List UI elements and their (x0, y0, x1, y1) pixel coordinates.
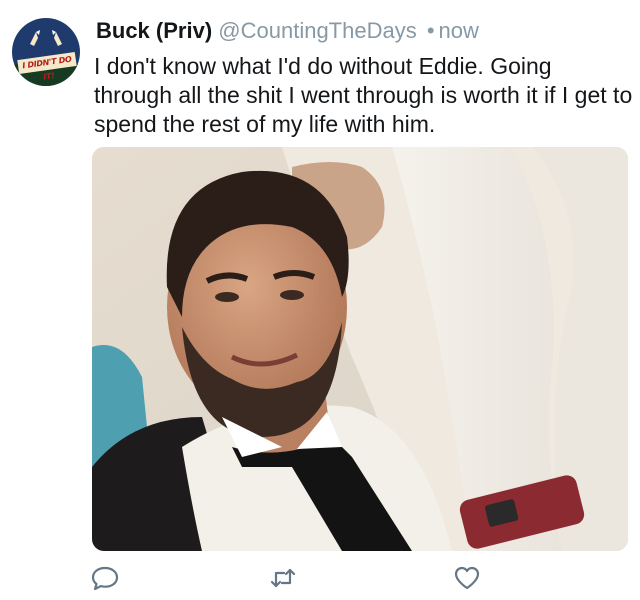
tweet-header: Buck (Priv) @CountingTheDays • now (96, 16, 479, 46)
like-button[interactable] (452, 564, 482, 592)
timestamp[interactable]: now (439, 18, 479, 43)
tweet-text: I don't know what I'd do without Eddie. … (94, 53, 633, 137)
separator-dot: • (426, 18, 435, 43)
author-name[interactable]: Buck (Priv) (96, 18, 212, 43)
heart-icon (454, 566, 480, 590)
retweet-arrows-icon (270, 568, 296, 588)
speech-bubble-icon (91, 566, 119, 591)
reply-button[interactable] (90, 564, 120, 592)
avatar-hands-icon (30, 30, 62, 46)
retweet-button[interactable] (268, 564, 298, 592)
action-bar (0, 562, 640, 594)
tweet: I DIDN'T DO IT! Buck (Priv) @CountingThe… (0, 0, 640, 600)
photo-illustration (92, 147, 628, 551)
tweet-photo[interactable] (92, 147, 628, 551)
author-handle[interactable]: @CountingTheDays (218, 18, 416, 43)
avatar[interactable]: I DIDN'T DO IT! (12, 18, 80, 86)
